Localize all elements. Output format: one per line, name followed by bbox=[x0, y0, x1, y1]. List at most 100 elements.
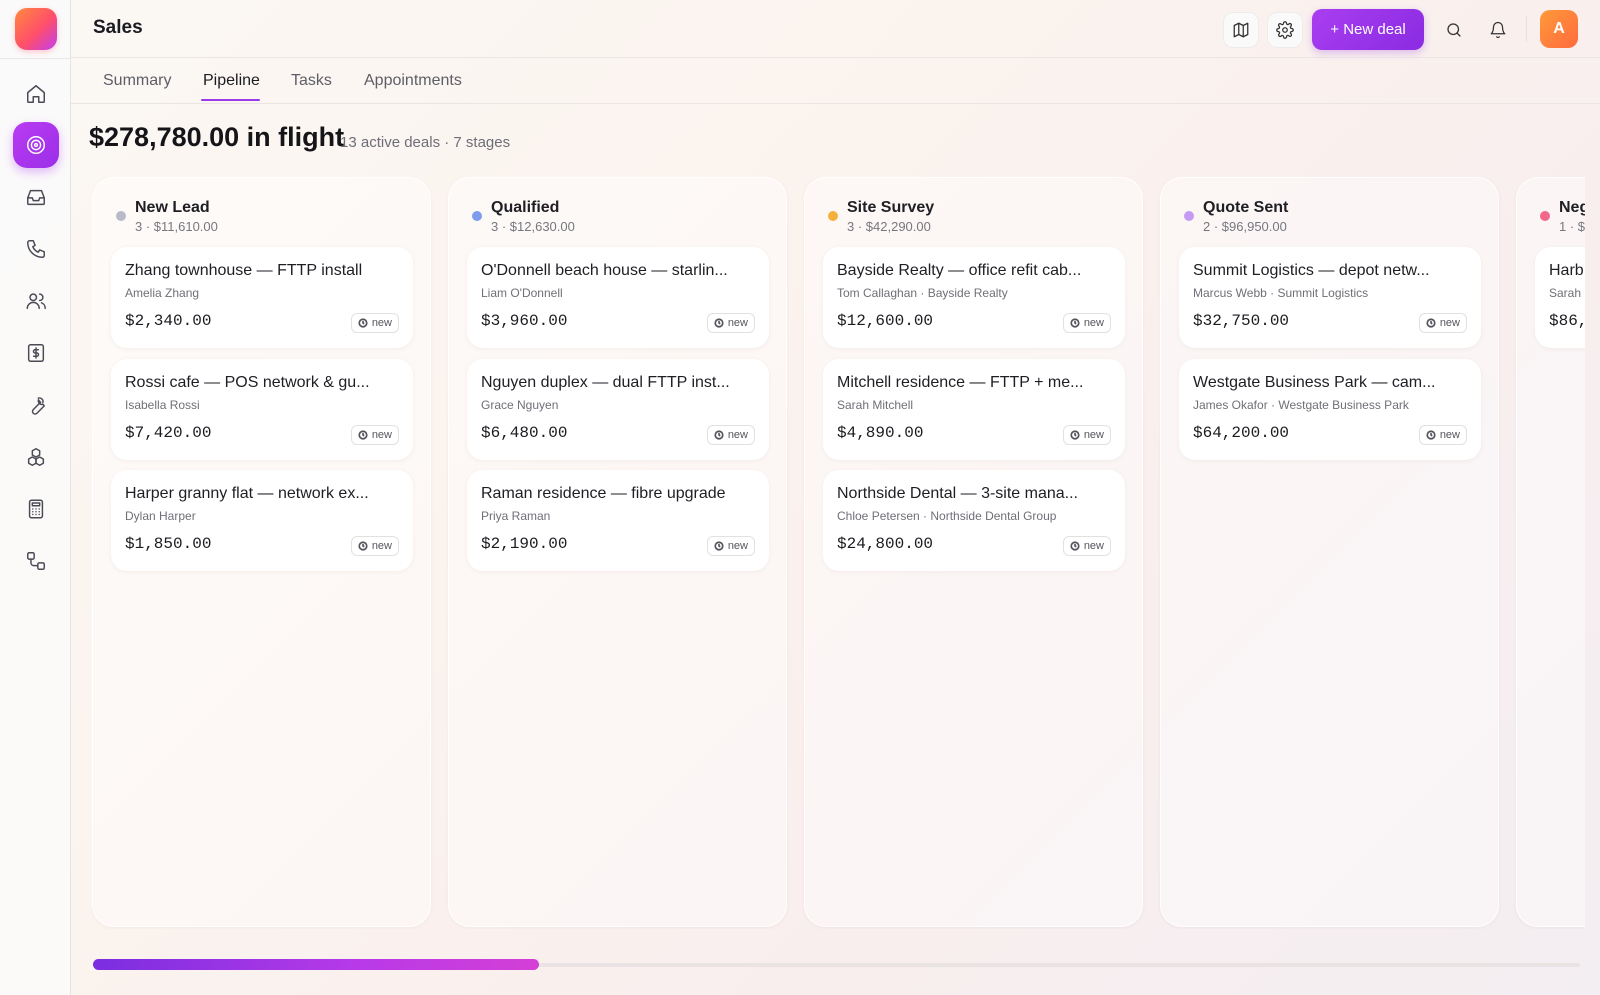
clock-icon bbox=[714, 430, 724, 440]
deal-card[interactable]: Raman residence — fibre upgrade Priya Ra… bbox=[467, 470, 769, 571]
stage-summary: 2 · $96,950.00 bbox=[1203, 219, 1287, 234]
status-badge: new bbox=[1062, 425, 1111, 445]
deal-title: Bayside Realty — office refit cab... bbox=[837, 262, 1082, 279]
workflow-icon[interactable] bbox=[13, 538, 59, 584]
clock-icon bbox=[358, 430, 368, 440]
clock-icon bbox=[1426, 430, 1436, 440]
tab-appointments[interactable]: Appointments bbox=[364, 72, 462, 90]
boxes-icon[interactable] bbox=[13, 434, 59, 480]
tab-pipeline[interactable]: Pipeline bbox=[203, 72, 260, 90]
deal-amount: $64,200.00 bbox=[1193, 424, 1290, 442]
deal-title: O'Donnell beach house — starlin... bbox=[481, 262, 728, 279]
users-icon[interactable] bbox=[13, 278, 59, 324]
deal-card[interactable]: Mitchell residence — FTTP + me... Sarah … bbox=[823, 359, 1125, 460]
clock-icon bbox=[1070, 541, 1080, 551]
inbox-icon[interactable] bbox=[13, 174, 59, 220]
status-badge: new bbox=[706, 425, 755, 445]
pipeline-total: $278,780.00 in flight bbox=[89, 122, 345, 152]
badge-label: new bbox=[1439, 429, 1460, 441]
clock-icon bbox=[1070, 318, 1080, 328]
new-deal-button[interactable]: + New deal bbox=[1312, 9, 1424, 50]
page-title: Sales bbox=[93, 17, 143, 38]
toolbar-divider bbox=[1526, 16, 1527, 42]
deal-card[interactable]: O'Donnell beach house — starlin... Liam … bbox=[467, 247, 769, 348]
stage-color-dot bbox=[1540, 211, 1550, 221]
map-icon[interactable] bbox=[1223, 12, 1259, 48]
stage-title: New Lead bbox=[135, 199, 210, 216]
deal-contact: James Okafor · Westgate Business Park bbox=[1193, 398, 1409, 412]
stage-color-dot bbox=[828, 211, 838, 221]
calculator-icon[interactable] bbox=[13, 486, 59, 532]
stage-column-quote-sent: Quote Sent 2 · $96,950.00 Summit Logisti… bbox=[1160, 177, 1499, 927]
status-badge: new bbox=[1418, 425, 1467, 445]
deal-contact: Sarah Mitchell bbox=[837, 398, 914, 412]
deal-title: Harper granny flat — network ex... bbox=[125, 485, 369, 502]
status-badge: new bbox=[350, 425, 399, 445]
wrench-icon[interactable] bbox=[13, 382, 59, 428]
gear-icon[interactable] bbox=[1267, 12, 1303, 48]
search-icon[interactable] bbox=[1436, 12, 1472, 48]
stage-column-negotiation: Neg 1 · $8 Harb Sarah $86, bbox=[1516, 177, 1585, 927]
tab-summary[interactable]: Summary bbox=[103, 72, 171, 90]
stage-color-dot bbox=[116, 211, 126, 221]
deal-amount: $1,850.00 bbox=[125, 535, 212, 553]
deal-contact: Sarah bbox=[1549, 286, 1582, 300]
stage-summary: 3 · $42,290.00 bbox=[847, 219, 931, 234]
deal-card[interactable]: Zhang townhouse — FTTP install Amelia Zh… bbox=[111, 247, 413, 348]
deal-card[interactable]: Northside Dental — 3-site mana... Chloe … bbox=[823, 470, 1125, 571]
deal-contact: Tom Callaghan · Bayside Realty bbox=[837, 286, 1008, 300]
stage-column-site-survey: Site Survey 3 · $42,290.00 Bayside Realt… bbox=[804, 177, 1143, 927]
badge-label: new bbox=[1083, 317, 1104, 329]
dollar-receipt-icon[interactable] bbox=[13, 330, 59, 376]
clock-icon bbox=[1070, 430, 1080, 440]
avatar[interactable]: A bbox=[1540, 10, 1578, 48]
deal-card[interactable]: Harper granny flat — network ex... Dylan… bbox=[111, 470, 413, 571]
deal-title: Summit Logistics — depot netw... bbox=[1193, 262, 1430, 279]
status-badge: new bbox=[350, 313, 399, 333]
deal-card[interactable]: Summit Logistics — depot netw... Marcus … bbox=[1179, 247, 1481, 348]
deal-card[interactable]: Harb Sarah $86, bbox=[1535, 247, 1585, 348]
status-badge: new bbox=[1062, 536, 1111, 556]
deal-card[interactable]: Rossi cafe — POS network & gu... Isabell… bbox=[111, 359, 413, 460]
phone-icon[interactable] bbox=[13, 226, 59, 272]
target-icon[interactable] bbox=[13, 122, 59, 168]
deal-card[interactable]: Bayside Realty — office refit cab... Tom… bbox=[823, 247, 1125, 348]
board-scrollbar-thumb[interactable] bbox=[93, 959, 539, 970]
deal-title: Rossi cafe — POS network & gu... bbox=[125, 374, 370, 391]
stage-summary: 3 · $12,630.00 bbox=[491, 219, 575, 234]
deal-contact: Liam O'Donnell bbox=[481, 286, 563, 300]
stage-title: Site Survey bbox=[847, 199, 935, 216]
deal-card[interactable]: Nguyen duplex — dual FTTP inst... Grace … bbox=[467, 359, 769, 460]
deal-amount: $24,800.00 bbox=[837, 535, 934, 553]
pipeline-board: New Lead 3 · $11,610.00 Zhang townhouse … bbox=[92, 177, 1585, 929]
clock-icon bbox=[714, 318, 724, 328]
deal-contact: Grace Nguyen bbox=[481, 398, 559, 412]
deal-title: Westgate Business Park — cam... bbox=[1193, 374, 1436, 391]
tab-tasks[interactable]: Tasks bbox=[291, 72, 332, 90]
badge-label: new bbox=[727, 429, 748, 441]
deal-card[interactable]: Westgate Business Park — cam... James Ok… bbox=[1179, 359, 1481, 460]
badge-label: new bbox=[371, 317, 392, 329]
deal-title: Northside Dental — 3-site mana... bbox=[837, 485, 1078, 502]
deal-amount: $86, bbox=[1549, 312, 1585, 330]
status-badge: new bbox=[706, 313, 755, 333]
stage-column-qualified: Qualified 3 · $12,630.00 O'Donnell beach… bbox=[448, 177, 787, 927]
deal-title: Nguyen duplex — dual FTTP inst... bbox=[481, 374, 730, 391]
stage-title: Neg bbox=[1559, 199, 1585, 216]
bell-icon[interactable] bbox=[1480, 12, 1516, 48]
app-logo[interactable] bbox=[15, 8, 57, 50]
stage-title: Qualified bbox=[491, 199, 560, 216]
home-icon[interactable] bbox=[13, 71, 59, 117]
badge-label: new bbox=[1083, 429, 1104, 441]
status-badge: new bbox=[1418, 313, 1467, 333]
clock-icon bbox=[714, 541, 724, 551]
sidebar-divider bbox=[0, 58, 71, 59]
status-badge: new bbox=[350, 536, 399, 556]
active-tab-indicator bbox=[201, 99, 260, 101]
deal-amount: $2,340.00 bbox=[125, 312, 212, 330]
deal-title: Raman residence — fibre upgrade bbox=[481, 485, 726, 502]
stage-column-new-lead: New Lead 3 · $11,610.00 Zhang townhouse … bbox=[92, 177, 431, 927]
deal-contact: Amelia Zhang bbox=[125, 286, 200, 300]
top-bar: Sales + New deal A bbox=[71, 0, 1600, 58]
badge-label: new bbox=[1439, 317, 1460, 329]
